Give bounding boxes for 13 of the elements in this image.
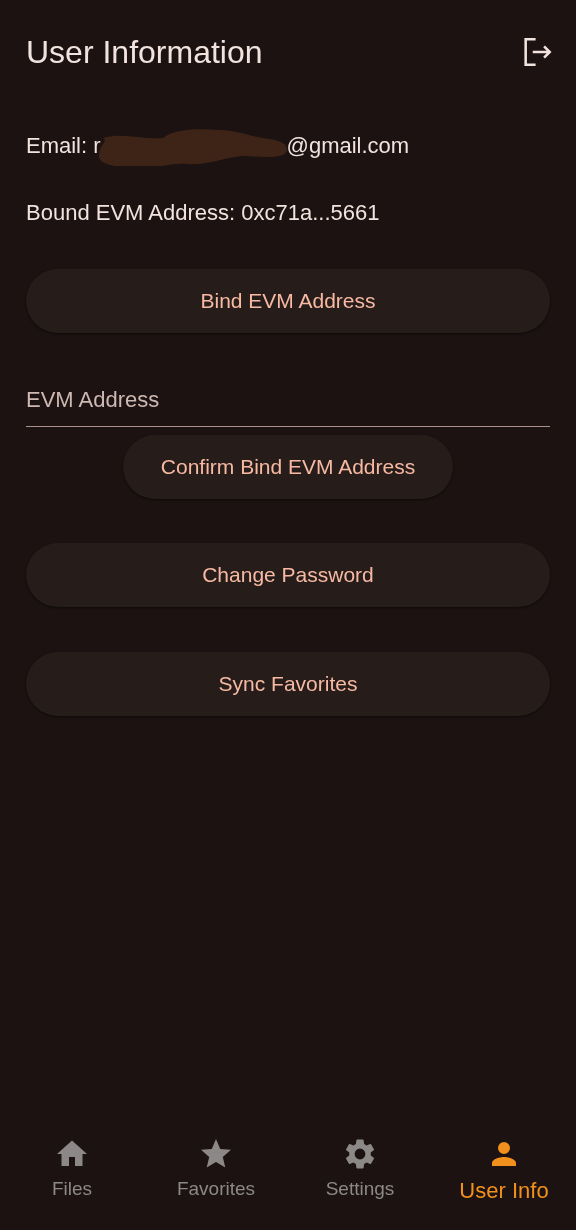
page-title: User Information: [26, 33, 263, 71]
email-label: Email: r: [26, 133, 101, 159]
nav-tab[interactable]: Favorites: [144, 1126, 288, 1222]
change-password-button[interactable]: Change Password: [26, 543, 550, 607]
sync-favorites-button[interactable]: Sync Favorites: [26, 652, 550, 716]
bind-address-button[interactable]: Bind EVM Address: [26, 269, 550, 333]
nav-tab[interactable]: Files: [0, 1126, 144, 1222]
email-domain: @gmail.com: [286, 133, 410, 159]
nav-tab[interactable]: Settings: [288, 1126, 432, 1222]
nav-tab[interactable]: User Info: [432, 1126, 576, 1222]
evm-address-field[interactable]: EVM Address: [26, 369, 550, 427]
confirm-bind-button[interactable]: Confirm Bind EVM Address: [122, 435, 454, 499]
bound-address: Bound EVM Address: 0xc71a...5661: [26, 200, 381, 226]
